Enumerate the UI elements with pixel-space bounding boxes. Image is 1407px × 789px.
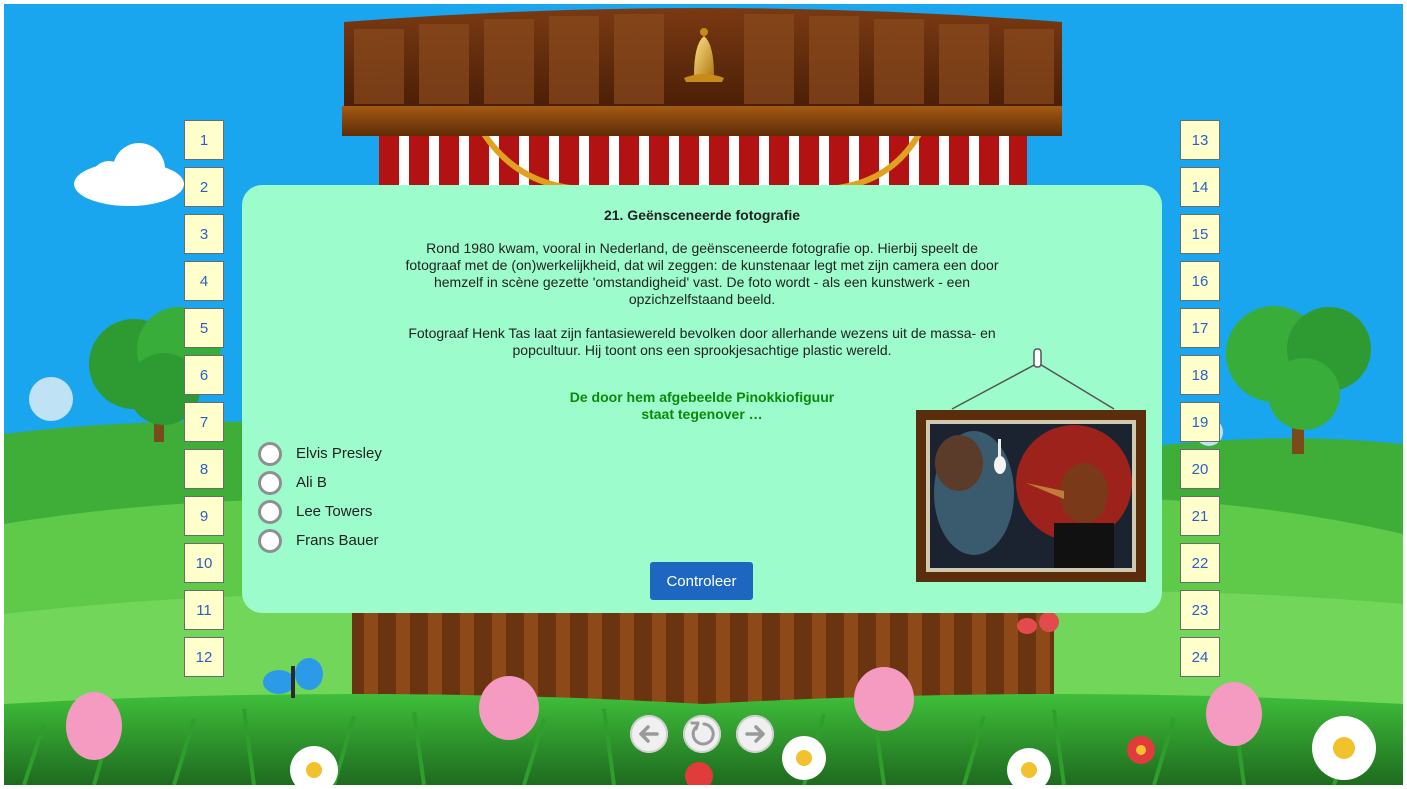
question-number-button[interactable]: 23	[1180, 590, 1220, 630]
answer-option-label: Lee Towers	[296, 503, 373, 520]
radio-button[interactable]	[258, 441, 282, 466]
answer-options: Elvis Presley Ali B Lee Towers Frans Bau…	[258, 439, 382, 555]
answer-option-label: Frans Bauer	[296, 532, 379, 549]
question-number-button[interactable]: 22	[1180, 543, 1220, 583]
question-number-button[interactable]: 7	[184, 402, 224, 442]
question-number-button[interactable]: 11	[184, 590, 224, 630]
question-number-button[interactable]: 18	[1180, 355, 1220, 395]
answer-option-label: Ali B	[296, 474, 327, 491]
restart-button[interactable]	[683, 715, 721, 753]
question-paragraph: Rond 1980 kwam, vooral in Nederland, de …	[405, 240, 999, 307]
restart-icon	[690, 721, 715, 746]
question-number-button[interactable]: 3	[184, 214, 224, 254]
question-number-button[interactable]: 6	[184, 355, 224, 395]
question-number-button[interactable]: 12	[184, 637, 224, 677]
arrow-right-icon	[745, 725, 765, 743]
question-number-button[interactable]: 10	[184, 543, 224, 583]
question-text: Rond 1980 kwam, vooral in Nederland, de …	[402, 240, 1002, 376]
question-number-button[interactable]: 8	[184, 449, 224, 489]
question-number-button[interactable]: 24	[1180, 637, 1220, 677]
question-number-button[interactable]: 2	[184, 167, 224, 207]
previous-button[interactable]	[630, 715, 668, 753]
question-number-button[interactable]: 1	[184, 120, 224, 160]
question-number-button[interactable]: 19	[1180, 402, 1220, 442]
question-number-button[interactable]: 20	[1180, 449, 1220, 489]
radio-button[interactable]	[258, 528, 282, 553]
arrow-left-icon	[639, 725, 659, 743]
framed-photo	[916, 348, 1146, 582]
answer-option[interactable]: Frans Bauer	[258, 526, 382, 555]
answer-option-label: Elvis Presley	[296, 445, 382, 462]
answer-option[interactable]: Ali B	[258, 468, 382, 497]
radio-button[interactable]	[258, 499, 282, 524]
question-number-button[interactable]: 16	[1180, 261, 1220, 301]
question-number-button[interactable]: 9	[184, 496, 224, 536]
question-number-button[interactable]: 5	[184, 308, 224, 348]
question-number-button[interactable]: 4	[184, 261, 224, 301]
cloud	[74, 143, 184, 206]
question-paragraph: Fotograaf Henk Tas laat zijn fantasiewer…	[408, 325, 996, 358]
question-number-button[interactable]: 13	[1180, 120, 1220, 160]
question-number-button[interactable]: 15	[1180, 214, 1220, 254]
question-prompt: De door hem afgebeelde Pinokkiofiguur st…	[569, 389, 835, 422]
question-number-button[interactable]: 14	[1180, 167, 1220, 207]
next-button[interactable]	[736, 715, 774, 753]
question-number-button[interactable]: 21	[1180, 496, 1220, 536]
radio-button[interactable]	[258, 470, 282, 495]
answer-option[interactable]: Elvis Presley	[258, 439, 382, 468]
question-panel: 21. Geënsceneerde fotografie Rond 1980 k…	[242, 185, 1162, 613]
check-answer-button[interactable]: Controleer	[650, 562, 753, 600]
tree-right	[1226, 306, 1371, 454]
question-title: 21. Geënsceneerde fotografie	[603, 207, 801, 223]
answer-option[interactable]: Lee Towers	[258, 497, 382, 526]
question-number-button[interactable]: 17	[1180, 308, 1220, 348]
game-stage: 1 2 3 4 5 6 7 8 9 10 11 12 13 14 15 16 1…	[4, 4, 1403, 785]
